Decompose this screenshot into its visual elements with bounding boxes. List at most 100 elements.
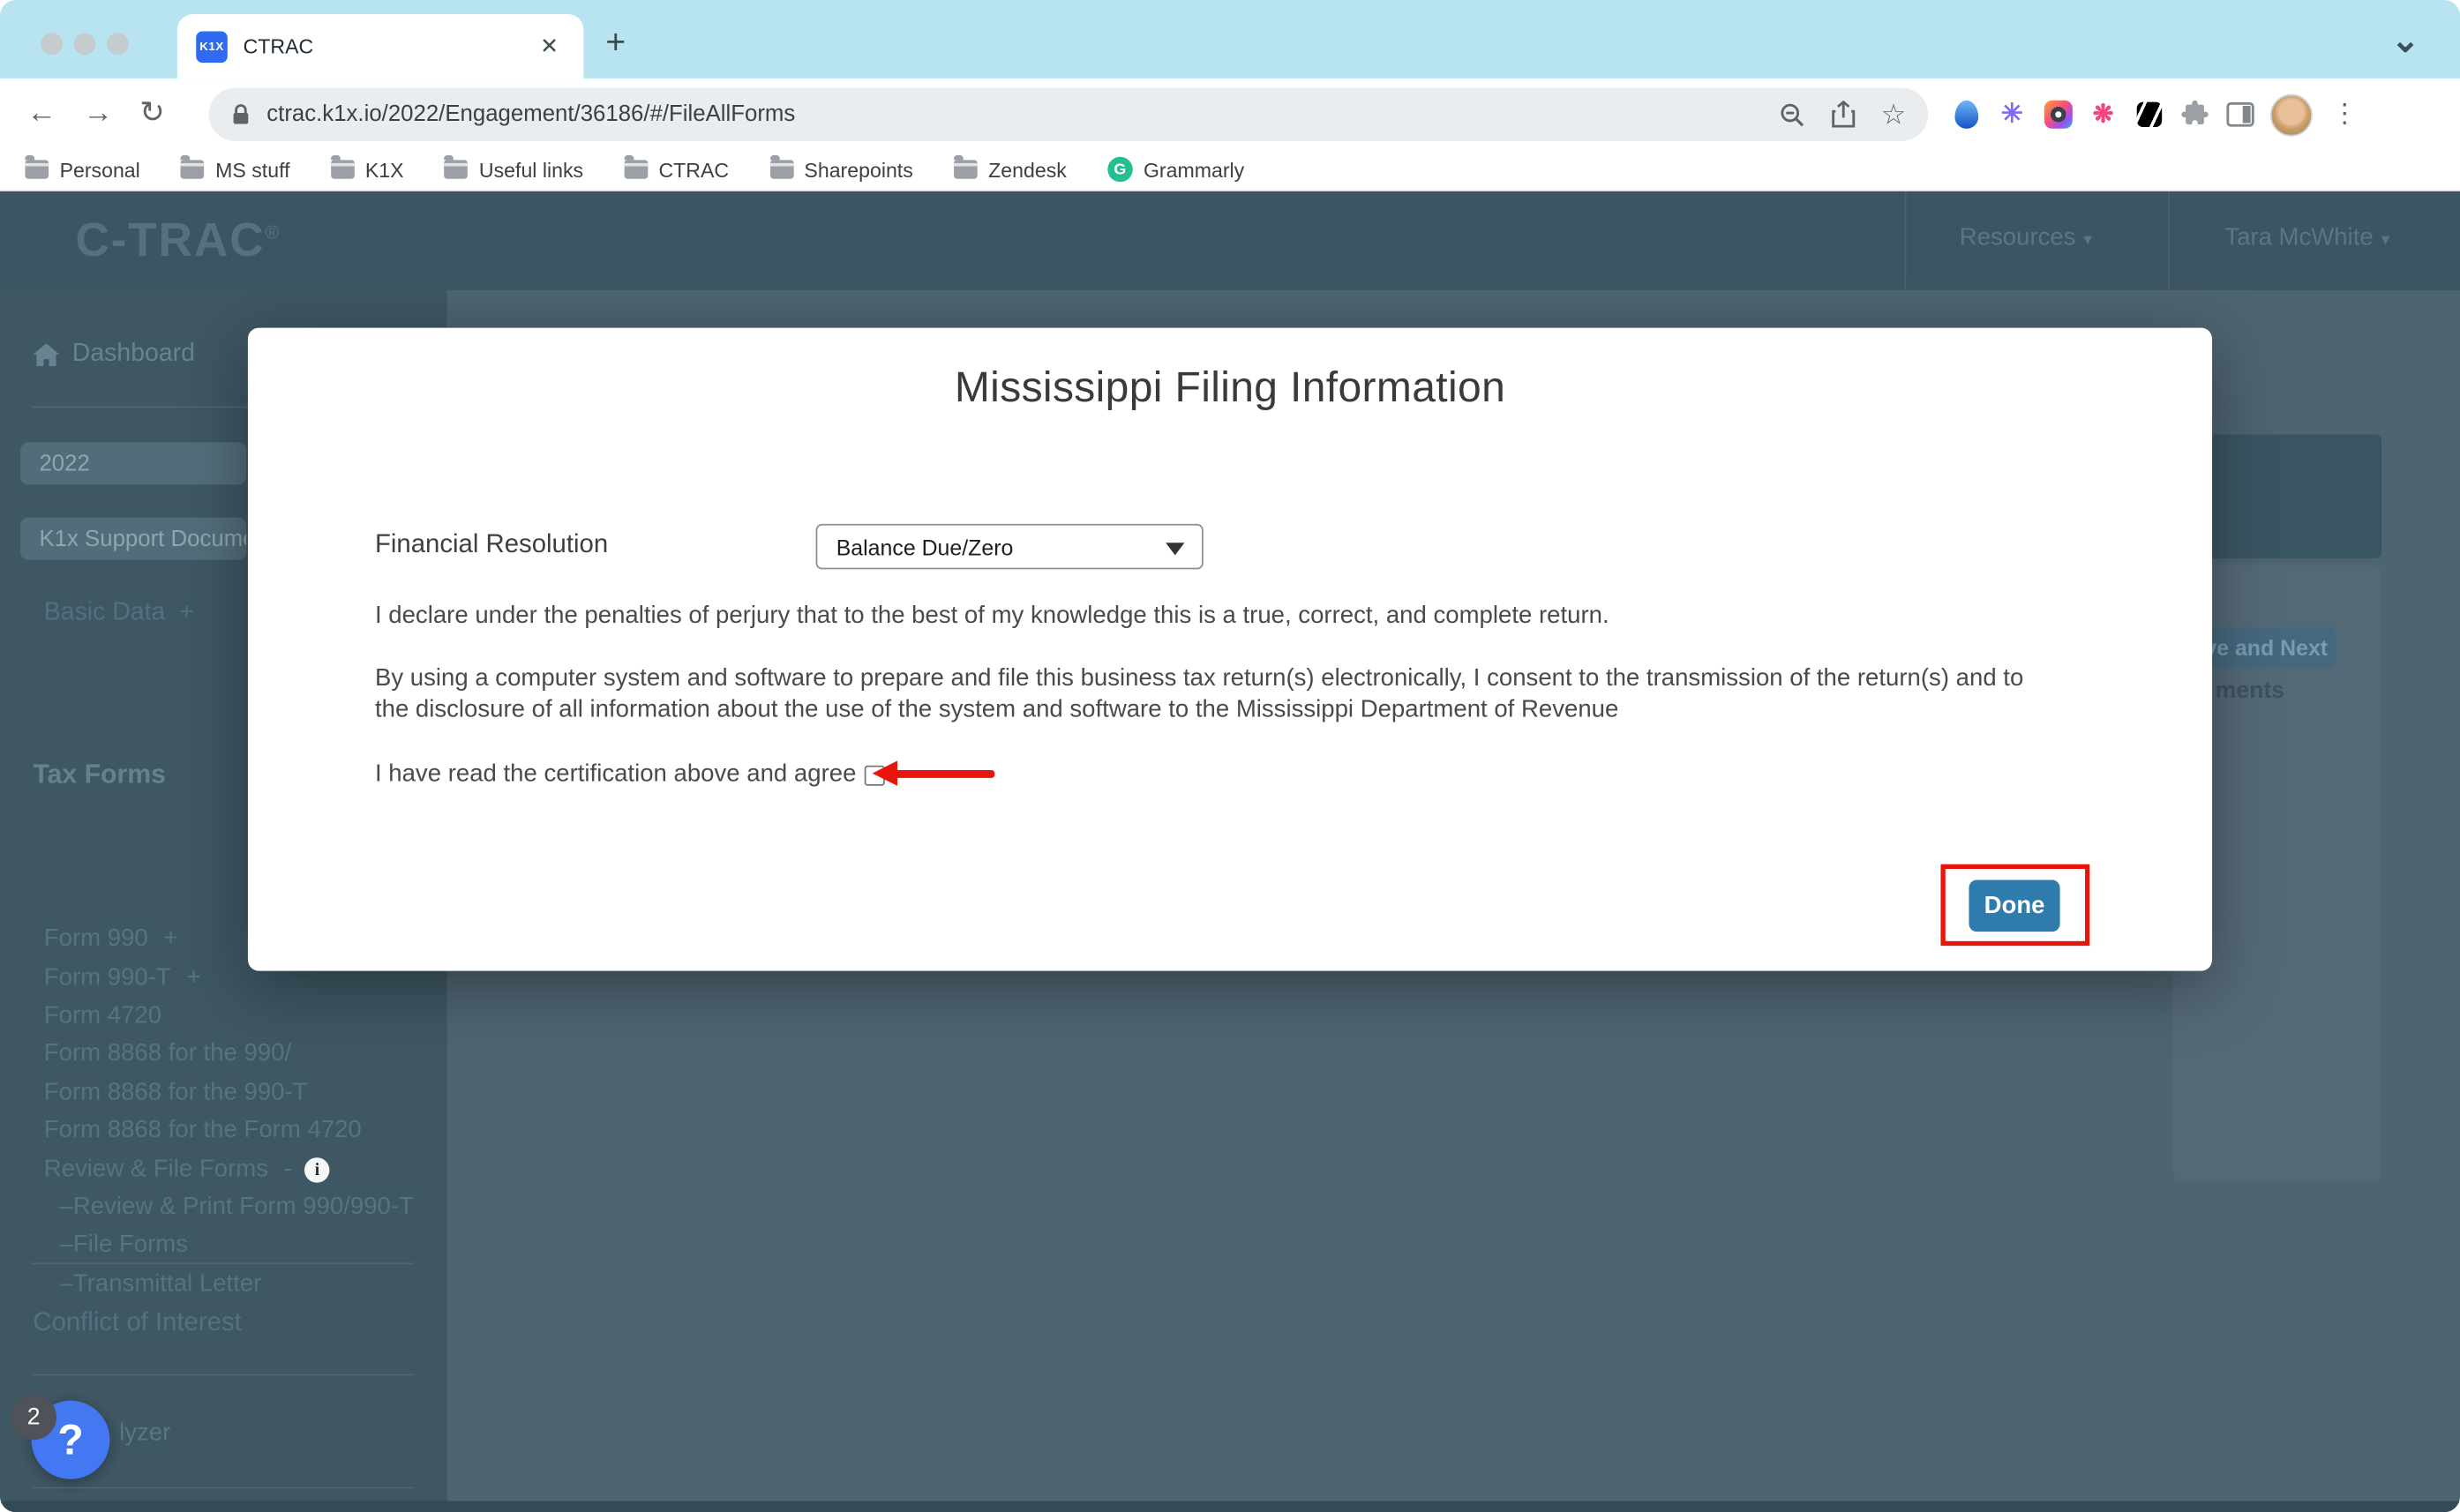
mississippi-filing-modal: Mississippi Filing Information Financial… bbox=[248, 328, 2212, 971]
header-divider bbox=[2168, 191, 2170, 290]
browser-tab[interactable]: K1X CTRAC ✕ bbox=[177, 14, 584, 79]
flower-extension-icon[interactable]: ❋ bbox=[2089, 100, 2119, 130]
tax-form-label: –Transmittal Letter bbox=[60, 1270, 262, 1299]
bookmark-star-icon[interactable]: ☆ bbox=[1881, 98, 1907, 131]
declaration-paragraph-2: By using a computer system and software … bbox=[375, 663, 2035, 726]
help-badge: 2 bbox=[11, 1395, 56, 1441]
sidebar-item-review-print-form-990-990-t[interactable]: –Review & Print Form 990/990-T bbox=[0, 1188, 447, 1226]
url-text[interactable]: ctrac.k1x.io/2022/Engagement/36186/#/Fil… bbox=[266, 102, 1766, 127]
sidebar-item-form-8868-for-the-990-t[interactable]: Form 8868 for the 990-T bbox=[0, 1074, 447, 1112]
support-documentation-button[interactable]: K1x Support Documenta bbox=[20, 518, 246, 560]
app-header: C-TRAC® Resources▾ Tara McWhite▾ bbox=[0, 191, 2460, 290]
folder-icon bbox=[331, 160, 355, 178]
expand-toggle-icon[interactable]: - bbox=[284, 1156, 292, 1184]
user-menu[interactable]: Tara McWhite▾ bbox=[2224, 224, 2389, 252]
forward-button[interactable]: → bbox=[83, 96, 113, 131]
tax-form-label: Form 990 bbox=[44, 925, 148, 954]
bookmark-grammarly[interactable]: G Grammarly bbox=[1107, 157, 1244, 182]
sidebar-item-analyzer-partial[interactable]: lyzer bbox=[119, 1419, 170, 1448]
bookmark-ms-stuff[interactable]: MS stuff bbox=[181, 158, 289, 182]
sidebar-divider bbox=[32, 1262, 415, 1264]
minimize-window-button[interactable] bbox=[74, 33, 96, 55]
bookmark-k1x[interactable]: K1X bbox=[331, 158, 404, 182]
asterisk-extension-icon[interactable]: ✳ bbox=[1997, 100, 2027, 130]
annotation-arrow-head bbox=[873, 760, 897, 785]
modal-title: Mississippi Filing Information bbox=[248, 364, 2212, 413]
bookmark-label: Sharepoints bbox=[804, 158, 912, 182]
maximize-window-button[interactable] bbox=[107, 33, 129, 55]
sidebar-item-review-file-forms[interactable]: Review & File Forms-i bbox=[0, 1150, 447, 1188]
close-tab-icon[interactable]: ✕ bbox=[534, 30, 565, 63]
extensions-row: ✳ ❋ ⋮ bbox=[1952, 86, 2359, 143]
side-panel-icon[interactable] bbox=[2224, 100, 2254, 130]
ctrac-logo: C-TRAC® bbox=[75, 215, 281, 268]
bookmark-sharepoints[interactable]: Sharepoints bbox=[769, 158, 912, 182]
camera-extension-icon[interactable] bbox=[2044, 101, 2072, 129]
folder-icon bbox=[25, 160, 49, 178]
bookmark-zendesk[interactable]: Zendesk bbox=[954, 158, 1067, 182]
share-icon[interactable] bbox=[1831, 101, 1856, 129]
agree-row: I have read the certification above and … bbox=[375, 760, 884, 789]
expand-toggle-icon[interactable]: + bbox=[164, 925, 178, 954]
browser-window: K1X CTRAC ✕ + ⌄ ← → ↻ ctrac.k1x.io/2022/… bbox=[0, 0, 2460, 1512]
address-bar[interactable]: ctrac.k1x.io/2022/Engagement/36186/#/Fil… bbox=[208, 88, 1928, 141]
sidebar-item-file-forms[interactable]: –File Forms bbox=[0, 1227, 447, 1265]
sidebar-divider bbox=[32, 1487, 415, 1489]
tax-form-label: Form 8868 for the Form 4720 bbox=[44, 1117, 362, 1145]
resources-menu[interactable]: Resources▾ bbox=[1960, 224, 2092, 252]
tab-search-chevron-icon[interactable]: ⌄ bbox=[2391, 20, 2420, 61]
financial-resolution-value: Balance Due/Zero bbox=[836, 534, 1014, 558]
lock-icon bbox=[230, 103, 251, 125]
bookmark-useful-links[interactable]: Useful links bbox=[445, 158, 583, 182]
bookmark-personal[interactable]: Personal bbox=[25, 158, 139, 182]
expand-plus-icon[interactable]: + bbox=[179, 599, 194, 625]
folder-icon bbox=[624, 160, 648, 178]
agree-label: I have read the certification above and … bbox=[375, 760, 856, 789]
folder-icon bbox=[181, 160, 205, 178]
window-bottom-edge bbox=[0, 1501, 2460, 1512]
close-window-button[interactable] bbox=[41, 33, 63, 55]
new-tab-button[interactable]: + bbox=[605, 22, 626, 63]
expand-toggle-icon[interactable]: + bbox=[187, 964, 201, 992]
reload-button[interactable]: ↻ bbox=[139, 95, 164, 131]
balloon-extension-icon[interactable] bbox=[1954, 101, 1978, 129]
chevron-down-icon: ▾ bbox=[2381, 230, 2390, 249]
bookmark-label: Grammarly bbox=[1144, 158, 1244, 182]
tab-title: CTRAC bbox=[244, 34, 534, 58]
bookmark-label: Zendesk bbox=[988, 158, 1067, 182]
sidebar-item-form-8868-for-the-990[interactable]: Form 8868 for the 990/ bbox=[0, 1036, 447, 1074]
sidebar-item-form-4720[interactable]: Form 4720 bbox=[0, 997, 447, 1035]
back-button[interactable]: ← bbox=[26, 96, 56, 131]
bookmark-label: CTRAC bbox=[658, 158, 729, 182]
header-divider bbox=[1905, 191, 1907, 290]
sidebar-item-basic-data[interactable]: Basic Data + bbox=[44, 599, 194, 627]
browser-menu-icon[interactable]: ⋮ bbox=[2331, 99, 2358, 131]
select-caret-icon bbox=[1166, 543, 1184, 555]
folder-icon bbox=[769, 160, 793, 178]
folder-icon bbox=[954, 160, 978, 178]
bookmark-label: K1X bbox=[365, 158, 404, 182]
year-select[interactable]: 2022 bbox=[20, 442, 246, 484]
financial-resolution-label: Financial Resolution bbox=[375, 530, 608, 560]
stripes-extension-icon[interactable] bbox=[2136, 102, 2161, 127]
info-icon[interactable]: i bbox=[304, 1156, 329, 1181]
chevron-down-icon: ▾ bbox=[2083, 230, 2092, 249]
financial-resolution-select[interactable]: Balance Due/Zero bbox=[816, 524, 1204, 570]
tax-forms-list: Form 990+Form 990-T+Form 4720Form 8868 f… bbox=[0, 921, 447, 1304]
zoom-out-icon[interactable] bbox=[1779, 101, 1805, 128]
tax-form-label: –File Forms bbox=[60, 1231, 188, 1260]
sidebar-item-conflict-of-interest[interactable]: Conflict of Interest bbox=[33, 1308, 241, 1338]
bookmark-label: Useful links bbox=[479, 158, 583, 182]
k1x-favicon-icon: K1X bbox=[196, 31, 228, 63]
tax-form-label: Review & File Forms bbox=[44, 1156, 268, 1184]
grammarly-icon: G bbox=[1107, 157, 1132, 182]
tax-form-label: Form 8868 for the 990/ bbox=[44, 1040, 291, 1068]
profile-avatar[interactable] bbox=[2270, 94, 2313, 136]
tab-strip: K1X CTRAC ✕ + ⌄ bbox=[0, 0, 2460, 79]
registered-mark: ® bbox=[265, 221, 281, 243]
sidebar-item-transmittal-letter[interactable]: –Transmittal Letter bbox=[0, 1265, 447, 1303]
bookmark-ctrac[interactable]: CTRAC bbox=[624, 158, 729, 182]
puzzle-extensions-icon[interactable] bbox=[2179, 100, 2209, 130]
sidebar-item-dashboard[interactable]: Dashboard bbox=[33, 341, 195, 369]
sidebar-item-form-8868-for-the-form-4720[interactable]: Form 8868 for the Form 4720 bbox=[0, 1112, 447, 1150]
